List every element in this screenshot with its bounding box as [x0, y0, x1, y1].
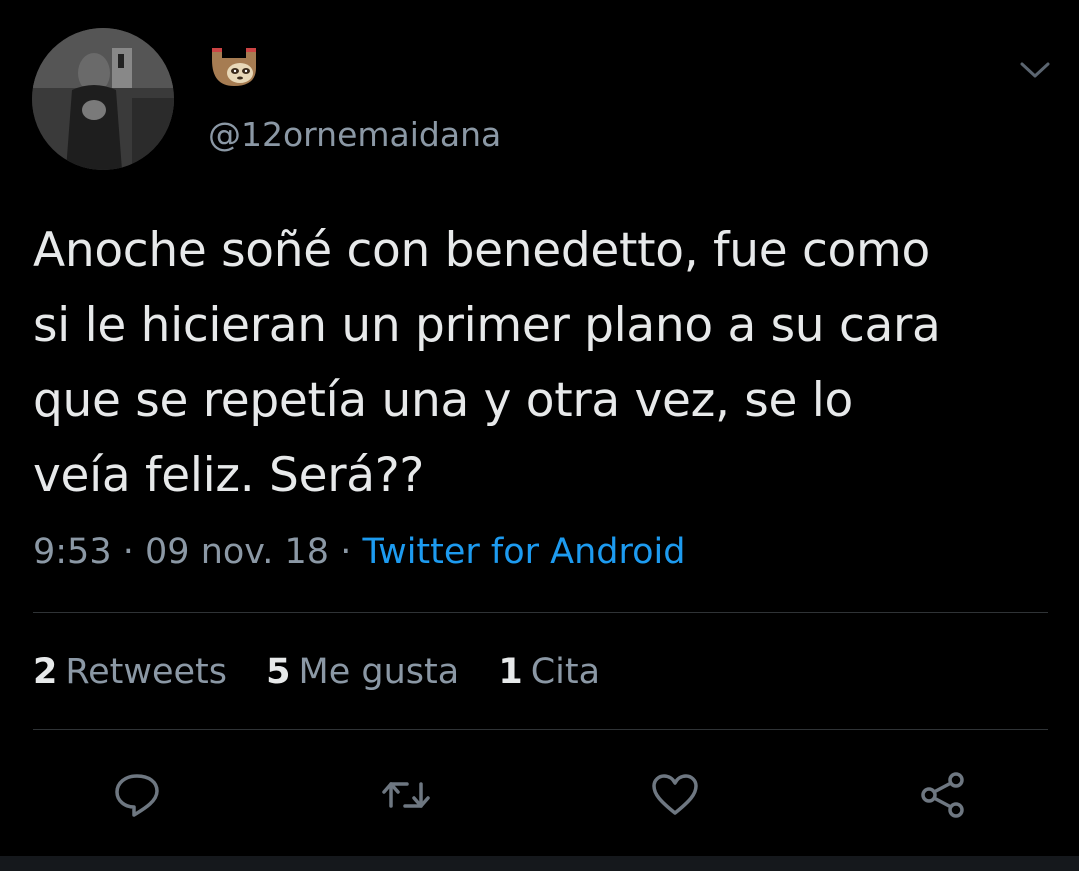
likes-stat[interactable]: 5 Me gusta [266, 648, 459, 696]
quotes-stat[interactable]: 1 Cita [498, 648, 600, 696]
sloth-emoji-icon [212, 48, 256, 86]
likes-label: Me gusta [298, 652, 460, 692]
retweets-label: Retweets [65, 652, 228, 692]
tweet-date[interactable]: 09 nov. 18 [145, 532, 329, 572]
avatar-photo [32, 28, 174, 170]
retweets-count: 2 [33, 652, 58, 692]
retweet-icon [382, 782, 430, 808]
likes-count: 5 [266, 652, 291, 692]
chevron-down-icon [1020, 62, 1050, 78]
quotes-count: 1 [498, 652, 523, 692]
tweet-stats: 2 Retweets 5 Me gusta 1 Cita [33, 648, 628, 696]
tweet-menu-button[interactable] [1018, 58, 1052, 82]
reply-button[interactable] [112, 770, 162, 820]
meta-separator: · [340, 532, 352, 572]
tweet-text: Anoche soñé con benedetto, fue como si l… [33, 223, 941, 503]
retweet-button[interactable] [381, 770, 431, 820]
quotes-label: Cita [530, 652, 601, 692]
heart-icon [652, 774, 698, 815]
tweet-meta: 9:53 · 09 nov. 18 · Twitter for Android [33, 528, 686, 576]
username[interactable]: @12ornemaidana [208, 113, 501, 157]
tweet-time[interactable]: 9:53 [33, 532, 112, 572]
like-button[interactable] [650, 770, 700, 820]
bottom-bar [0, 856, 1079, 871]
share-button[interactable] [918, 770, 968, 820]
retweets-stat[interactable]: 2 Retweets [33, 648, 227, 696]
display-name[interactable] [210, 46, 258, 88]
divider [33, 612, 1048, 613]
avatar[interactable] [32, 28, 174, 170]
reply-icon [115, 774, 159, 817]
share-icon [921, 772, 964, 818]
divider [33, 729, 1048, 730]
meta-separator: · [122, 532, 134, 572]
tweet-source-link[interactable]: Twitter for Android [363, 532, 686, 572]
